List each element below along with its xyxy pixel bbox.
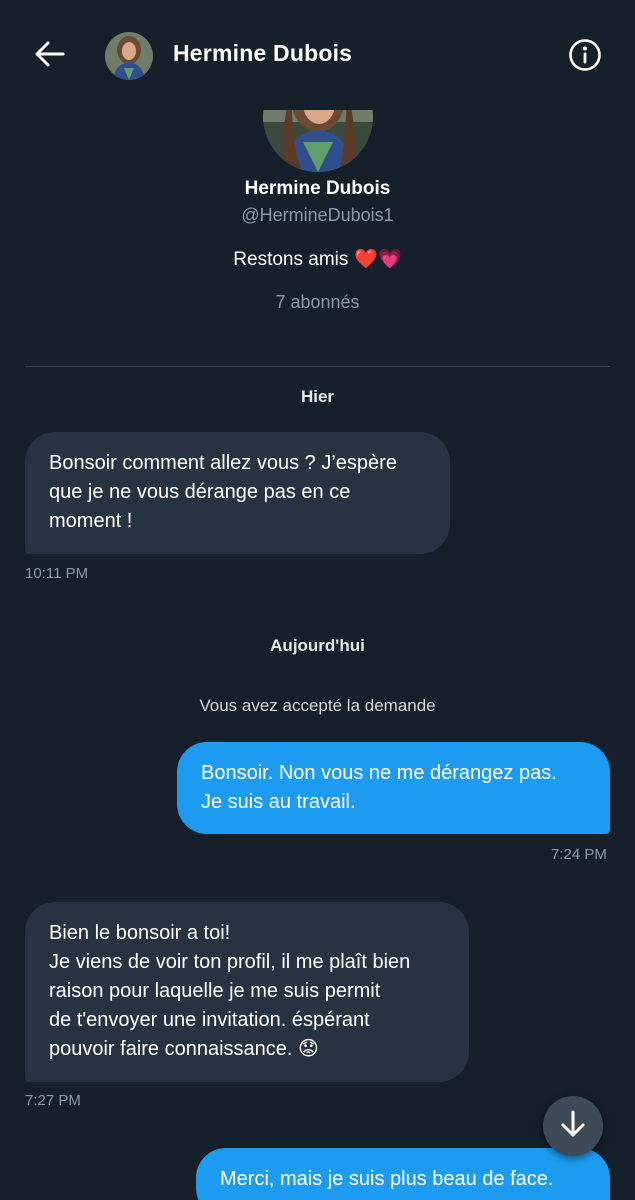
arrow-left-icon: [35, 41, 65, 72]
message-timestamp: 7:27 PM: [25, 1092, 81, 1109]
back-button[interactable]: [26, 32, 74, 80]
profile-name[interactable]: Hermine Dubois: [0, 178, 635, 200]
header-avatar[interactable]: [105, 32, 153, 80]
message-bubble-incoming[interactable]: Bien le bonsoir a toi! Je viens de voir …: [25, 902, 469, 1082]
date-separator-yesterday: Hier: [300, 387, 335, 406]
profile-handle[interactable]: @HermineDubois1: [0, 205, 635, 226]
message-bubble-outgoing[interactable]: Bonsoir. Non vous ne me dérangez pas. Je…: [177, 742, 610, 834]
info-icon: [568, 38, 602, 77]
info-button[interactable]: [566, 38, 604, 76]
heart-emoji-icon: ❤️💗: [354, 249, 402, 270]
profile-followers-count[interactable]: 7 abonnés: [0, 292, 635, 313]
message-bubble-incoming[interactable]: Bonsoir comment allez vous ? J’espère qu…: [25, 432, 450, 554]
scroll-to-bottom-button[interactable]: [543, 1096, 603, 1156]
date-separator-today: Aujourd'hui: [270, 636, 365, 655]
message-timestamp: 10:11 PM: [25, 565, 89, 582]
conversation-header: Hermine Dubois: [0, 0, 635, 110]
arrow-down-icon: [560, 1110, 586, 1143]
message-bubble-outgoing[interactable]: Merci, mais je suis plus beau de face.: [196, 1148, 610, 1200]
profile-bio-text: Restons amis: [233, 249, 349, 270]
dm-conversation-screen: Hermine Dubois Hermine Dubois @HermineDu…: [0, 0, 635, 1200]
message-timestamp: 7:24 PM: [551, 846, 607, 863]
request-accepted-notice: Vous avez accepté la demande: [199, 696, 436, 715]
profile-bio: Restons amis ❤️💗: [0, 247, 635, 271]
divider: [25, 366, 610, 367]
header-title[interactable]: Hermine Dubois: [173, 40, 352, 67]
